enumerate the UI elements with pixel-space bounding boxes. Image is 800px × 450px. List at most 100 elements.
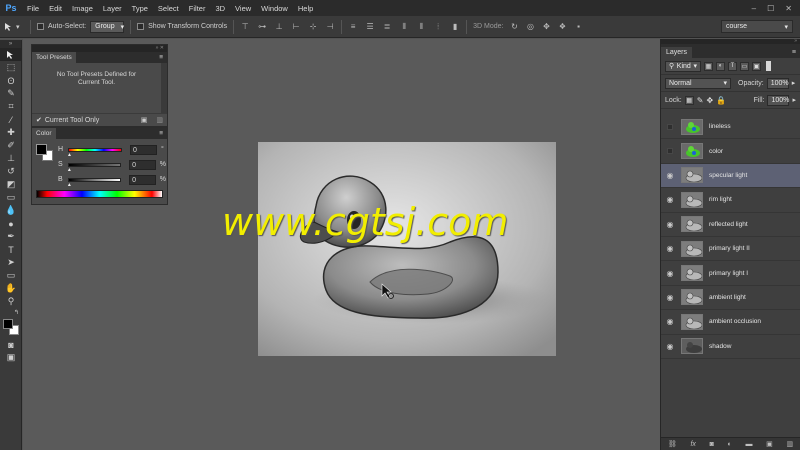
align-vcenter-icon[interactable]: ⊶ — [257, 22, 267, 31]
tab-tool-presets[interactable]: Tool Presets — [32, 52, 76, 63]
panel-collapse-bar[interactable]: » ✕ — [32, 45, 167, 52]
layer-thumbnail[interactable] — [681, 313, 703, 330]
gradient-tool-icon[interactable]: ▭ — [0, 191, 22, 204]
trash-icon[interactable]: ▥ — [787, 440, 794, 448]
filter-type-icon[interactable]: T — [728, 61, 737, 71]
filter-smart-object-icon[interactable]: ▣ — [752, 61, 761, 71]
document-canvas[interactable] — [258, 142, 556, 356]
workspace-dropdown[interactable]: course ▾ — [721, 20, 793, 33]
layer-thumbnail[interactable] — [681, 265, 703, 282]
panel-menu-icon[interactable]: ≡ — [792, 49, 800, 58]
opacity-input[interactable]: 100% — [766, 77, 789, 89]
align-top-icon[interactable]: ⊤ — [240, 22, 250, 31]
eye-icon[interactable]: ◉ — [661, 195, 679, 204]
transform-controls-checkbox[interactable] — [137, 23, 145, 30]
hand-tool-icon[interactable]: ✋ — [0, 282, 22, 295]
tab-layers[interactable]: Layers — [661, 47, 693, 58]
3d-rotate-icon[interactable]: ↻ — [509, 22, 519, 31]
link-layers-icon[interactable]: ⛓ — [668, 440, 677, 448]
channel-value[interactable]: 0 — [130, 144, 157, 155]
tab-color[interactable]: Color — [32, 128, 56, 139]
new-layer-icon[interactable]: ▣ — [766, 440, 773, 448]
lock-all-icon[interactable]: 🔒 — [716, 96, 726, 105]
eye-icon[interactable]: ◉ — [661, 342, 679, 351]
align-hcenter-icon[interactable]: ⊹ — [308, 22, 318, 31]
layer-name[interactable]: rim light — [709, 196, 732, 203]
new-group-icon[interactable]: ▬ — [745, 441, 752, 448]
chevron-down-icon[interactable]: ▸ — [792, 79, 796, 87]
auto-select-dropdown[interactable]: Group ▾ — [90, 20, 125, 33]
layer-thumbnail[interactable] — [681, 338, 703, 355]
dodge-tool-icon[interactable]: ● — [0, 217, 22, 230]
adjustment-layer-icon[interactable]: ◐ — [728, 441, 732, 448]
layer-name[interactable]: ambient occlusion — [709, 318, 761, 325]
layer-thumbnail[interactable] — [681, 216, 703, 233]
layer-row[interactable]: ◉ specular light — [661, 163, 800, 189]
move-tool-icon[interactable] — [0, 48, 22, 61]
align-bottom-icon[interactable]: ⊥ — [274, 22, 284, 31]
menu-select[interactable]: Select — [153, 4, 184, 13]
layer-row[interactable]: ◉ primary light II — [661, 237, 800, 262]
layer-thumbnail[interactable] — [681, 143, 703, 160]
filter-adjustment-icon[interactable]: ◐ — [716, 61, 725, 71]
brush-tool-icon[interactable]: ✐ — [0, 139, 22, 152]
layer-row[interactable]: ◉ ambient light — [661, 286, 800, 311]
layer-thumbnail[interactable] — [681, 240, 703, 257]
menu-image[interactable]: Image — [67, 4, 98, 13]
align-left-icon[interactable]: ⊢ — [291, 22, 301, 31]
toolbox-collapse-icon[interactable]: » — [0, 40, 21, 48]
menu-file[interactable]: File — [22, 4, 44, 13]
layer-thumbnail[interactable] — [681, 191, 703, 208]
layer-thumbnail[interactable] — [681, 167, 703, 184]
auto-select-checkbox[interactable] — [37, 23, 44, 30]
3d-scale-icon[interactable]: ▪ — [573, 22, 583, 31]
panel-menu-icon[interactable]: ≡ — [159, 130, 163, 137]
layer-row[interactable]: ◉ rim light — [661, 188, 800, 213]
blend-mode-dropdown[interactable]: Normal ▾ — [665, 77, 731, 89]
menu-view[interactable]: View — [230, 4, 256, 13]
layer-row[interactable]: ◉ primary light I — [661, 261, 800, 286]
add-mask-icon[interactable]: ◙ — [710, 441, 714, 448]
distribute-right-icon[interactable]: ⦙ — [433, 22, 443, 31]
marquee-tool-icon[interactable]: ⬚ — [0, 61, 22, 74]
visibility-off-icon[interactable] — [661, 148, 679, 155]
eraser-tool-icon[interactable]: ◩ — [0, 178, 22, 191]
current-tool-only-checkbox[interactable]: ✔ — [36, 116, 42, 124]
distribute-top-icon[interactable]: ≡ — [348, 22, 358, 31]
panel-menu-icon[interactable]: ≡ — [159, 54, 163, 61]
trash-icon[interactable]: ▥ — [156, 116, 163, 124]
layer-name[interactable]: ambient light — [709, 294, 746, 301]
quick-mask-icon[interactable]: ◙ — [0, 338, 22, 351]
color-spectrum-bar[interactable] — [36, 190, 163, 198]
layer-name[interactable]: lineless — [709, 123, 731, 130]
layer-row[interactable]: ◉ reflected light — [661, 213, 800, 237]
type-tool-icon[interactable]: T — [0, 243, 22, 256]
layer-thumbnail[interactable] — [681, 289, 703, 306]
close-button[interactable]: ✕ — [785, 4, 792, 13]
distribute-vcenter-icon[interactable]: ☰ — [365, 22, 375, 31]
history-brush-tool-icon[interactable]: ↺ — [0, 165, 22, 178]
layer-name[interactable]: reflected light — [709, 221, 748, 228]
filter-shape-icon[interactable]: ▭ — [740, 61, 749, 71]
color-swatch-pair[interactable] — [36, 144, 54, 162]
healing-brush-tool-icon[interactable]: ✚ — [0, 126, 22, 139]
eye-icon[interactable]: ◉ — [661, 244, 679, 253]
channel-slider[interactable]: ▲ — [67, 147, 122, 158]
foreground-color-swatch[interactable] — [36, 144, 47, 155]
menu-filter[interactable]: Filter — [184, 4, 211, 13]
menu-layer[interactable]: Layer — [98, 4, 127, 13]
path-selection-tool-icon[interactable]: ➤ — [0, 256, 22, 269]
blur-tool-icon[interactable]: 💧 — [0, 204, 22, 217]
minimize-button[interactable]: – — [752, 4, 756, 13]
maximize-button[interactable]: ☐ — [767, 4, 774, 13]
lock-pixels-icon[interactable]: ✎ — [697, 96, 704, 105]
eyedropper-tool-icon[interactable]: ⁄ — [0, 113, 22, 126]
distribute-bottom-icon[interactable]: ≣ — [382, 22, 392, 31]
chevron-down-icon[interactable]: ▸ — [792, 96, 796, 104]
align-right-icon[interactable]: ⊣ — [325, 22, 335, 31]
lock-position-icon[interactable]: ✥ — [706, 96, 713, 105]
eye-icon[interactable]: ◉ — [661, 171, 679, 180]
slider-handle-icon[interactable]: ▲ — [67, 167, 72, 173]
zoom-tool-icon[interactable]: ⚲ — [0, 295, 22, 308]
layer-name[interactable]: color — [709, 148, 723, 155]
